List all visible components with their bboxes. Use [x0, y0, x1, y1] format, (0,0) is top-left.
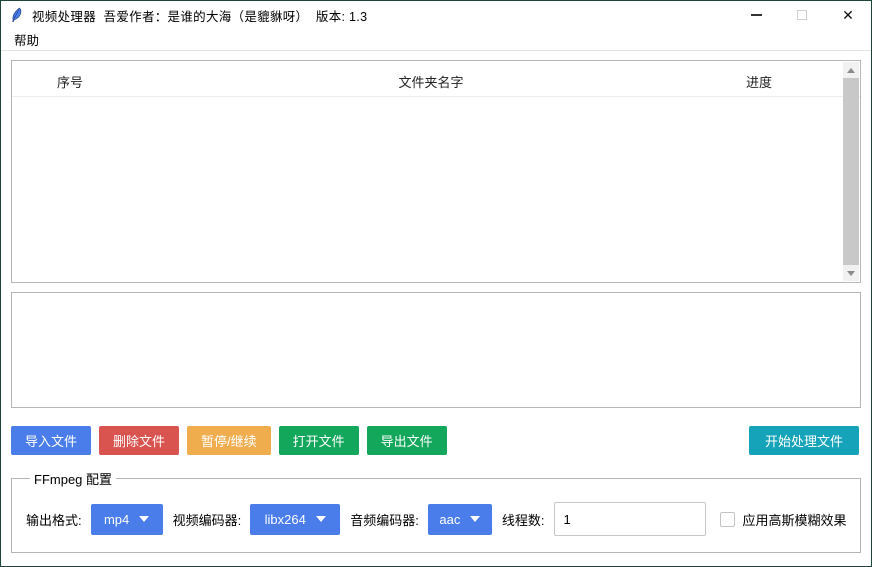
output-format-value: mp4	[104, 512, 129, 527]
column-header-seq: 序号	[57, 72, 83, 91]
ffmpeg-config-legend: FFmpeg 配置	[30, 469, 116, 488]
ffmpeg-config-group: FFmpeg 配置 输出格式: mp4 视频编码器: libx264 音频编码器…	[11, 469, 861, 553]
arrow-up-icon	[847, 68, 855, 73]
start-processing-button[interactable]: 开始处理文件	[749, 426, 859, 455]
chevron-down-icon	[470, 516, 480, 522]
close-button[interactable]: ✕	[825, 1, 871, 29]
chevron-down-icon	[139, 516, 149, 522]
audio-encoder-dropdown[interactable]: aac	[428, 504, 492, 535]
maximize-icon	[797, 10, 807, 20]
export-files-button[interactable]: 导出文件	[367, 426, 447, 455]
delete-files-button[interactable]: 删除文件	[99, 426, 179, 455]
output-format-label: 输出格式:	[26, 510, 82, 529]
window-title: 视频处理器 吾爱作者：是谁的大海（是貔貅呀） 版本: 1.3	[32, 6, 367, 25]
minimize-icon	[751, 14, 762, 16]
output-format-dropdown[interactable]: mp4	[91, 504, 163, 535]
arrow-down-icon	[847, 271, 855, 276]
file-table-body[interactable]	[12, 97, 843, 282]
scrollbar-up-button[interactable]	[843, 62, 859, 78]
audio-encoder-label: 音频编码器:	[350, 510, 419, 529]
close-icon: ✕	[842, 8, 854, 22]
ffmpeg-config-row: 输出格式: mp4 视频编码器: libx264 音频编码器: aac 线程数:…	[16, 502, 848, 536]
video-encoder-label: 视频编码器:	[173, 510, 242, 529]
import-files-button[interactable]: 导入文件	[11, 426, 91, 455]
scrollbar-thumb[interactable]	[843, 78, 859, 265]
chevron-down-icon	[316, 516, 326, 522]
menu-item-help[interactable]: 帮助	[10, 28, 43, 51]
column-header-folder: 文件夹名字	[398, 72, 463, 91]
file-table-header: 序号 文件夹名字 进度	[12, 61, 860, 97]
maximize-button[interactable]	[779, 1, 825, 29]
app-window: 视频处理器 吾爱作者：是谁的大海（是貔貅呀） 版本: 1.3 ✕ 帮助 序号 文…	[0, 0, 872, 567]
pause-resume-button[interactable]: 暂停/继续	[187, 426, 271, 455]
audio-encoder-value: aac	[439, 512, 460, 527]
threads-input[interactable]	[554, 502, 706, 536]
titlebar: 视频处理器 吾爱作者：是谁的大海（是貔貅呀） 版本: 1.3 ✕	[1, 1, 871, 29]
open-files-button[interactable]: 打开文件	[279, 426, 359, 455]
column-header-progress: 进度	[746, 72, 772, 91]
scrollbar-down-button[interactable]	[843, 265, 859, 281]
window-controls: ✕	[733, 1, 871, 29]
table-scrollbar	[843, 62, 859, 281]
app-feather-icon	[9, 7, 25, 23]
log-output-panel[interactable]	[11, 292, 861, 408]
minimize-button[interactable]	[733, 1, 779, 29]
menubar: 帮助	[1, 29, 871, 51]
toolbar: 导入文件 删除文件 暂停/继续 打开文件 导出文件 开始处理文件	[11, 426, 861, 455]
video-encoder-value: libx264	[265, 512, 306, 527]
file-table: 序号 文件夹名字 进度	[11, 60, 861, 283]
threads-label: 线程数:	[502, 510, 545, 529]
gaussian-blur-checkbox[interactable]	[720, 512, 735, 527]
video-encoder-dropdown[interactable]: libx264	[250, 504, 340, 535]
gaussian-blur-label: 应用高斯模糊效果	[743, 510, 847, 529]
